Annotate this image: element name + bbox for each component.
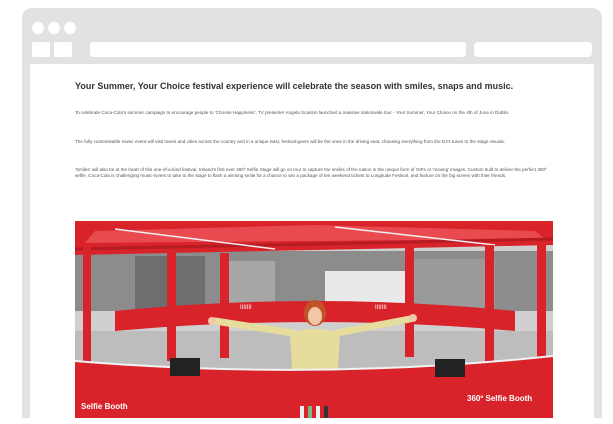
window-dot-icon[interactable] bbox=[48, 22, 60, 34]
article-paragraph: 'Smiles' will also be at the heart of th… bbox=[75, 167, 547, 178]
article-paragraph: To celebrate Coca-Cola's summer campaign… bbox=[75, 110, 510, 115]
browser-window: Your Summer, Your Choice festival experi… bbox=[22, 8, 602, 418]
svg-text:IIIIIII: IIIIIII bbox=[240, 305, 252, 311]
svg-text:IIIIIII: IIIIIII bbox=[375, 305, 387, 311]
article-headline: Your Summer, Your Choice festival experi… bbox=[75, 81, 514, 91]
search-bar[interactable] bbox=[474, 42, 592, 57]
article-photo: IIIIIII IIIIIII Selfie Booth 360º Selfie… bbox=[75, 221, 553, 418]
stand-text-right: 360º Selfie Booth bbox=[467, 394, 532, 403]
address-bar[interactable] bbox=[90, 42, 466, 57]
window-dot-icon[interactable] bbox=[32, 22, 44, 34]
article-paragraph: The fully customisable music event will … bbox=[75, 139, 506, 144]
page-content: Your Summer, Your Choice festival experi… bbox=[30, 64, 594, 418]
stand-text-left: Selfie Booth bbox=[81, 402, 128, 411]
forward-button[interactable] bbox=[54, 42, 72, 57]
back-button[interactable] bbox=[32, 42, 50, 57]
window-dot-icon[interactable] bbox=[64, 22, 76, 34]
selfie-stage-illustration: IIIIIII IIIIIII Selfie Booth 360º Selfie… bbox=[75, 221, 553, 418]
